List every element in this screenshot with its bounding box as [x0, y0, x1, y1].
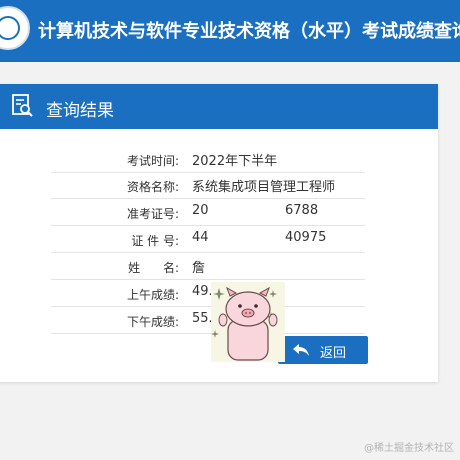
row-label: 下午成绩: [126, 315, 179, 329]
row-value: 44 [192, 230, 209, 245]
result-row-exam-time: 考试时间: 2022年下半年 [51, 146, 365, 173]
pig-sticker-icon [211, 282, 285, 362]
back-button-label: 返回 [320, 346, 347, 361]
row-value: 系统集成项目管理工程师 [192, 180, 336, 195]
result-row-name: 姓 名: 詹 [51, 253, 365, 280]
row-label: 证 件 号: [131, 234, 179, 248]
row-value-tail: 40975 [285, 230, 327, 245]
row-value: 20 [192, 203, 209, 218]
result-panel-header: 查询结果 [0, 84, 438, 129]
search-document-icon [12, 94, 33, 117]
row-label: 资格名称: [126, 180, 179, 194]
result-row-qualification: 资格名称: 系统集成项目管理工程师 [51, 172, 365, 199]
row-label: 上午成绩: [126, 288, 179, 302]
result-row-admission-number: 准考证号: 20 6788 [51, 199, 365, 226]
watermark: @稀土掘金技术社区 [364, 443, 454, 454]
row-value: 2022年下半年 [192, 154, 278, 169]
row-label: 考试时间: [126, 154, 179, 168]
result-panel-title: 查询结果 [46, 101, 114, 121]
emblem-logo-icon [0, 6, 30, 50]
result-row-morning-score: 上午成绩: 49.00 [51, 280, 365, 307]
page-title: 计算机技术与软件专业技术资格（水平）考试成绩查询 [38, 21, 460, 42]
back-button[interactable]: 返回 [278, 336, 368, 364]
return-arrow-icon [293, 344, 309, 356]
row-label: 准考证号: [126, 207, 179, 221]
row-value: 詹 [192, 261, 206, 276]
row-value-tail: 6788 [285, 203, 319, 218]
page-header: 计算机技术与软件专业技术资格（水平）考试成绩查询 [0, 0, 460, 62]
row-label: 姓 名: [128, 261, 179, 275]
result-row-afternoon-score: 下午成绩: 55.00 [51, 307, 365, 334]
result-row-id-number: 证 件 号: 44 40975 [51, 226, 365, 253]
result-panel: 查询结果 考试时间: 2022年下半年 资格名称: 系统集成项目管理工程师 准考… [0, 84, 438, 382]
